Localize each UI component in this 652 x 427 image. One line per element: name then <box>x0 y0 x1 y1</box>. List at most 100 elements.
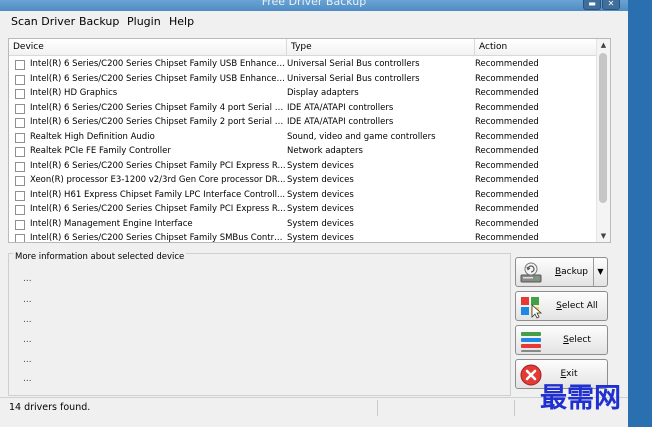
select-all-icon <box>521 297 543 319</box>
backup-dropdown-icon[interactable]: ▼ <box>593 258 607 286</box>
table-row[interactable]: Intel(R) 6 Series/C200 Series Chipset Fa… <box>9 57 597 72</box>
device-type: Network adapters <box>287 146 363 156</box>
device-info-panel: More information about selected device .… <box>8 252 511 396</box>
device-type: System devices <box>287 218 354 229</box>
menu-scan-driver[interactable]: Scan Driver <box>11 15 75 28</box>
device-type: System devices <box>287 175 354 185</box>
scroll-up-icon[interactable]: ▲ <box>597 39 610 51</box>
device-name: Intel(R) 6 Series/C200 Series Chipset Fa… <box>30 160 286 171</box>
device-type: System devices <box>287 204 354 214</box>
info-line: ... <box>23 274 32 284</box>
select-all-button[interactable]: Select All <box>515 291 608 321</box>
device-type: System devices <box>287 189 354 200</box>
device-action: Recommended <box>475 59 539 69</box>
device-action: Recommended <box>475 160 539 171</box>
scrollbar-thumb[interactable] <box>599 53 607 203</box>
driver-rows: Intel(R) 6 Series/C200 Series Chipset Fa… <box>9 57 597 243</box>
device-name: Xeon(R) processor E3-1200 v2/3rd Gen Cor… <box>30 175 286 185</box>
device-name: Intel(R) 6 Series/C200 Series Chipset Fa… <box>30 73 286 84</box>
table-row[interactable]: Intel(R) Management Engine Interface Sys… <box>9 217 597 232</box>
table-row[interactable]: Intel(R) 6 Series/C200 Series Chipset Fa… <box>9 115 597 130</box>
device-action: Recommended <box>475 218 539 229</box>
table-row[interactable]: Xeon(R) processor E3-1200 v2/3rd Gen Cor… <box>9 173 597 188</box>
row-checkbox[interactable] <box>15 219 25 230</box>
device-action: Recommended <box>475 117 539 127</box>
column-header-device[interactable]: Device <box>9 39 287 56</box>
row-checkbox[interactable] <box>15 89 25 99</box>
device-name: Intel(R) 6 Series/C200 Series Chipset Fa… <box>30 233 286 243</box>
minimize-button[interactable]: ▬ <box>583 0 601 10</box>
device-name: Intel(R) Management Engine Interface <box>30 218 193 229</box>
table-row[interactable]: Intel(R) HD Graphics Display adapters Re… <box>9 86 597 101</box>
scroll-down-icon[interactable]: ▼ <box>597 230 610 242</box>
menu-plugin[interactable]: Plugin <box>127 15 161 28</box>
minimize-icon: ▬ <box>588 0 596 8</box>
device-action: Recommended <box>475 131 539 142</box>
close-icon: ✕ <box>607 0 615 8</box>
table-row[interactable]: Intel(R) H61 Express Chipset Family LPC … <box>9 188 597 203</box>
device-type: Universal Serial Bus controllers <box>287 73 420 84</box>
window-title: Free Driver Backup <box>261 0 367 8</box>
status-bar: 14 drivers found. <box>0 397 628 418</box>
device-name: Intel(R) 6 Series/C200 Series Chipset Fa… <box>30 102 286 113</box>
device-action: Recommended <box>475 233 539 243</box>
info-line: ... <box>23 315 32 325</box>
device-name: Intel(R) HD Graphics <box>30 88 118 98</box>
table-row[interactable]: Intel(R) 6 Series/C200 Series Chipset Fa… <box>9 231 597 243</box>
column-header-action[interactable]: Action <box>475 39 597 56</box>
select-invert-button[interactable]: Select Invert <box>515 325 608 373</box>
device-name: Intel(R) H61 Express Chipset Family LPC … <box>30 189 286 200</box>
device-type: System devices <box>287 160 354 171</box>
device-name: Intel(R) 6 Series/C200 Series Chipset Fa… <box>30 117 286 127</box>
row-checkbox[interactable] <box>15 205 25 215</box>
info-line: ... <box>23 335 32 345</box>
menu-backup[interactable]: Backup <box>79 15 119 28</box>
row-checkbox[interactable] <box>15 176 25 186</box>
close-window-button[interactable]: ✕ <box>602 0 620 10</box>
desktop-background <box>628 0 652 427</box>
backup-button[interactable]: Backup ▼ <box>515 257 608 287</box>
table-row[interactable]: Intel(R) 6 Series/C200 Series Chipset Fa… <box>9 72 597 87</box>
row-checkbox[interactable] <box>15 190 25 201</box>
device-type: IDE ATA/ATAPI controllers <box>287 117 394 127</box>
device-type: IDE ATA/ATAPI controllers <box>287 102 394 113</box>
backup-button-label: Backup <box>554 267 588 277</box>
select-invert-label: Select Invert <box>563 335 591 373</box>
menu-help[interactable]: Help <box>169 15 194 28</box>
row-checkbox[interactable] <box>15 118 25 128</box>
device-action: Recommended <box>475 189 539 200</box>
info-line: ... <box>23 295 32 305</box>
table-row[interactable]: Realtek High Definition Audio Sound, vid… <box>9 130 597 145</box>
device-action: Recommended <box>475 175 539 185</box>
status-divider <box>377 400 378 416</box>
device-action: Recommended <box>475 73 539 84</box>
title-bar: Free Driver Backup ▬ ✕ <box>0 0 628 11</box>
select-invert-icon <box>521 332 541 352</box>
row-checkbox[interactable] <box>15 234 25 242</box>
status-text: 14 drivers found. <box>9 402 91 413</box>
info-panel-title: More information about selected device <box>13 252 187 262</box>
column-header-type[interactable]: Type <box>287 39 475 56</box>
row-checkbox[interactable] <box>15 161 25 172</box>
table-row[interactable]: Intel(R) 6 Series/C200 Series Chipset Fa… <box>9 101 597 116</box>
device-name: Intel(R) 6 Series/C200 Series Chipset Fa… <box>30 59 286 69</box>
driver-list[interactable]: Device Type Action Intel(R) 6 Series/C20… <box>8 38 611 243</box>
hard-drive-backup-icon <box>520 262 542 283</box>
device-name: Realtek PCIe FE Family Controller <box>30 146 171 156</box>
table-row[interactable]: Realtek PCIe FE Family Controller Networ… <box>9 144 597 159</box>
select-all-label: Select All <box>556 301 598 311</box>
row-checkbox[interactable] <box>15 60 25 70</box>
device-action: Recommended <box>475 88 539 98</box>
status-divider <box>514 400 515 416</box>
table-row[interactable]: Intel(R) 6 Series/C200 Series Chipset Fa… <box>9 159 597 174</box>
row-checkbox[interactable] <box>15 147 25 157</box>
row-checkbox[interactable] <box>15 103 25 114</box>
device-type: Display adapters <box>287 88 359 98</box>
device-type: System devices <box>287 233 354 243</box>
device-type: Sound, video and game controllers <box>287 131 436 142</box>
row-checkbox[interactable] <box>15 132 25 143</box>
device-type: Universal Serial Bus controllers <box>287 59 420 69</box>
list-scrollbar[interactable]: ▲ ▼ <box>596 39 610 242</box>
row-checkbox[interactable] <box>15 74 25 85</box>
table-row[interactable]: Intel(R) 6 Series/C200 Series Chipset Fa… <box>9 202 597 217</box>
